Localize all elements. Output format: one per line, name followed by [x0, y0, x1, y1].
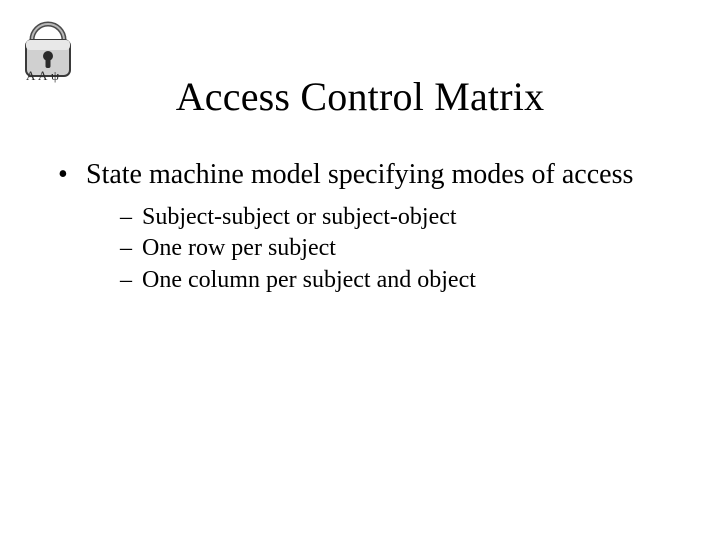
bullet-level1: State machine model specifying modes of …: [52, 158, 668, 192]
slide-body: State machine model specifying modes of …: [52, 158, 668, 297]
slide-title: Access Control Matrix: [0, 73, 720, 120]
bullet-level2: One column per subject and object: [120, 265, 668, 297]
bullet-level2: One row per subject: [120, 233, 668, 265]
slide: A A ψ Access Control Matrix State machin…: [0, 0, 720, 540]
bullet-level2: Subject-subject or subject-object: [120, 202, 668, 234]
sub-bullet-list: Subject-subject or subject-object One ro…: [52, 202, 668, 297]
